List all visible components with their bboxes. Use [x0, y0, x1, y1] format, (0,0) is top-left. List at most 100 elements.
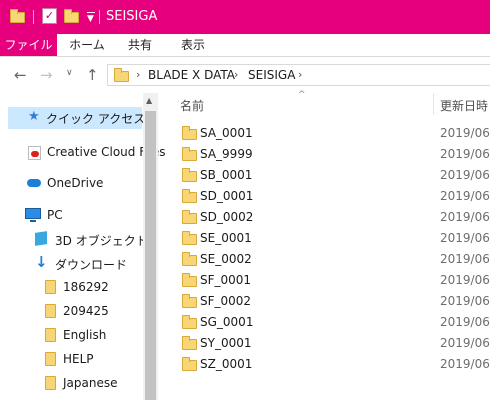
file-row[interactable]: SG_0001 2019/06/1: [178, 312, 490, 333]
properties-icon[interactable]: ✓: [42, 8, 57, 24]
file-row[interactable]: SD_0001 2019/06/1: [178, 186, 490, 207]
file-name: SG_0001: [200, 315, 254, 329]
breadcrumb-separator-icon[interactable]: ›: [234, 68, 238, 81]
folder-icon: [45, 304, 56, 318]
sidebar-item-label: English: [63, 328, 107, 342]
up-arrow-icon[interactable]: ↑: [86, 66, 99, 84]
folder-icon: [182, 168, 197, 182]
file-name: SY_0001: [200, 336, 252, 350]
tab-file[interactable]: ファイル: [0, 34, 57, 56]
folder-icon: [182, 147, 197, 161]
tab-home[interactable]: ホーム: [67, 34, 107, 56]
sidebar-folder-209425[interactable]: 209425: [0, 301, 142, 323]
sidebar-item-label: OneDrive: [47, 176, 104, 190]
sidebar-item-label: 209425: [63, 304, 109, 318]
folder-icon: [182, 294, 197, 308]
file-date: 2019/06/1: [440, 210, 490, 224]
file-date: 2019/06/1: [440, 189, 490, 203]
file-row[interactable]: SF_0002 2019/06/1: [178, 291, 490, 312]
navigation-pane: ★ クイック アクセス Creative Cloud Files OneDriv…: [0, 93, 166, 400]
sidebar-item-quick-access[interactable]: ★ クイック アクセス: [8, 107, 146, 129]
file-date: 2019/06/1: [440, 315, 490, 329]
file-date: 2019/06/1: [440, 168, 490, 182]
cube-icon: [35, 231, 47, 246]
forward-arrow-icon[interactable]: →: [40, 66, 53, 84]
scroll-up-arrow-icon[interactable]: ▲: [146, 96, 152, 105]
file-row[interactable]: SA_0001 2019/06/1: [178, 123, 490, 144]
file-name: SF_0002: [200, 294, 252, 308]
column-header-name[interactable]: 名前: [180, 97, 204, 114]
file-date: 2019/06/1: [440, 357, 490, 371]
file-row[interactable]: SZ_0001 2019/06/1: [178, 354, 490, 375]
recent-locations-chevron-icon[interactable]: ∨: [66, 68, 73, 78]
navigation-scrollbar[interactable]: ▲: [143, 93, 158, 400]
sidebar-folder-english[interactable]: English: [0, 325, 142, 347]
sidebar-item-label: ダウンロード: [55, 258, 128, 272]
file-name: SE_0001: [200, 231, 252, 245]
file-date: 2019/06/1: [440, 252, 490, 266]
sidebar-item-creative-cloud[interactable]: Creative Cloud Files: [0, 142, 166, 164]
folder-icon: [10, 8, 25, 24]
folder-icon: [182, 273, 197, 287]
file-date: 2019/06/1: [440, 231, 490, 245]
sidebar-item-onedrive[interactable]: OneDrive: [0, 173, 142, 195]
file-date: 2019/06/1: [440, 147, 490, 161]
navigation-bar: ← → ∨ ↑ › BLADE X DATA › SEISIGA ›: [0, 57, 490, 93]
sort-ascending-icon: ^: [298, 90, 306, 100]
folder-icon: [45, 352, 56, 366]
file-date: 2019/06/1: [440, 336, 490, 350]
breadcrumb-blade-x-data[interactable]: BLADE X DATA: [148, 68, 235, 82]
file-row[interactable]: SY_0001 2019/06/1: [178, 333, 490, 354]
breadcrumb-separator-icon[interactable]: ›: [136, 68, 140, 81]
file-row[interactable]: SE_0002 2019/06/1: [178, 249, 490, 270]
file-name: SA_9999: [200, 147, 253, 161]
file-name: SD_0001: [200, 189, 254, 203]
tab-share[interactable]: 共有: [122, 34, 158, 56]
breadcrumb-separator-icon[interactable]: ›: [298, 68, 302, 81]
file-row[interactable]: SF_0001 2019/06/1: [178, 270, 490, 291]
sidebar-folder-help[interactable]: HELP: [0, 349, 142, 371]
file-name: SF_0001: [200, 273, 252, 287]
folder-icon: [114, 68, 129, 82]
window-title: SEISIGA: [106, 9, 158, 24]
sidebar-folder-186292[interactable]: 186292: [0, 277, 142, 299]
folder-icon: [45, 328, 56, 342]
column-divider[interactable]: [433, 93, 434, 115]
file-name: SZ_0001: [200, 357, 253, 371]
folder-icon: [182, 315, 197, 329]
toolbar-separator: [99, 10, 100, 24]
address-bar[interactable]: › BLADE X DATA › SEISIGA ›: [107, 64, 490, 86]
creative-cloud-icon: [28, 146, 41, 160]
sidebar-folder-japanese[interactable]: Japanese: [0, 373, 142, 395]
file-name: SB_0001: [200, 168, 253, 182]
file-date: 2019/06/1: [440, 294, 490, 308]
folder-icon: [182, 189, 197, 203]
new-folder-icon[interactable]: [64, 8, 79, 24]
file-row[interactable]: SE_0001 2019/06/1: [178, 228, 490, 249]
sidebar-item-3d-objects[interactable]: 3D オブジェクト: [0, 229, 148, 251]
folder-icon: [182, 210, 197, 224]
column-header-modified[interactable]: 更新日時: [440, 97, 488, 114]
back-arrow-icon[interactable]: ←: [14, 66, 27, 84]
sidebar-item-label: 186292: [63, 280, 109, 294]
file-name: SD_0002: [200, 210, 254, 224]
sidebar-item-downloads[interactable]: ↓ ダウンロード: [0, 253, 142, 275]
customize-toolbar-dropdown-icon[interactable]: ▼: [87, 12, 95, 24]
sidebar-item-label: HELP: [63, 352, 94, 366]
tab-view[interactable]: 表示: [173, 34, 213, 56]
sidebar-item-label: クイック アクセス: [46, 112, 146, 126]
folder-icon: [45, 376, 56, 390]
toolbar-separator: [33, 10, 34, 24]
sidebar-item-pc[interactable]: PC: [0, 205, 142, 227]
ribbon-tabs: ファイル ホーム 共有 表示: [0, 34, 490, 57]
file-row[interactable]: SD_0002 2019/06/1: [178, 207, 490, 228]
folder-icon: [182, 336, 197, 350]
sidebar-item-label: PC: [47, 208, 63, 222]
breadcrumb-seisiga[interactable]: SEISIGA: [248, 68, 295, 82]
folder-icon: [182, 357, 197, 371]
scrollbar-thumb[interactable]: [145, 111, 156, 400]
file-row[interactable]: SA_9999 2019/06/1: [178, 144, 490, 165]
folder-icon: [182, 252, 197, 266]
file-row[interactable]: SB_0001 2019/06/1: [178, 165, 490, 186]
file-date: 2019/06/1: [440, 273, 490, 287]
